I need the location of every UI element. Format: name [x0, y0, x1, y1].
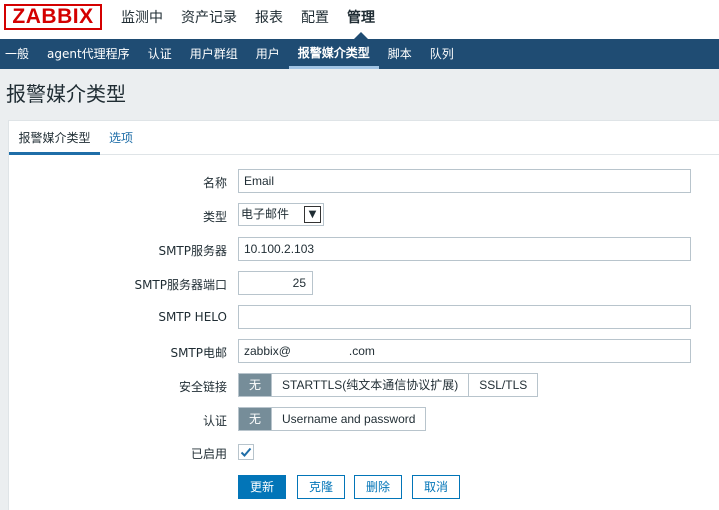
sub-nav-user-groups[interactable]: 用户群组	[181, 39, 247, 69]
smtp-helo-label: SMTP HELO	[158, 310, 227, 324]
auth-segmented: 无 Username and password	[238, 407, 427, 431]
smtp-email-input[interactable]: zabbix@ .com	[238, 339, 691, 363]
auth-option-username-password[interactable]: Username and password	[272, 408, 426, 430]
security-option-ssl-tls[interactable]: SSL/TLS	[469, 374, 538, 396]
smtp-email-prefix: zabbix@	[244, 344, 291, 358]
clone-button[interactable]: 克隆	[297, 475, 345, 499]
sub-nav: 一般 agent代理程序 认证 用户群组 用户 报警媒介类型 脚本 队列	[0, 39, 719, 69]
security-label: 安全链接	[178, 380, 227, 394]
page-title: 报警媒介类型	[6, 82, 126, 106]
main-menu-reports[interactable]: 报表	[246, 0, 292, 39]
sub-nav-users[interactable]: 用户	[247, 39, 289, 69]
main-menu-inventory[interactable]: 资产记录	[172, 0, 246, 39]
main-menu-configuration[interactable]: 配置	[292, 0, 338, 39]
security-option-starttls[interactable]: STARTTLS(纯文本通信协议扩展)	[272, 374, 470, 396]
smtp-helo-input[interactable]	[238, 305, 691, 329]
enabled-checkbox[interactable]	[238, 444, 254, 460]
main-menu: 监测中 资产记录 报表 配置 管理	[112, 0, 384, 39]
type-select-value: 电子邮件	[241, 207, 290, 221]
name-input[interactable]: Email	[238, 169, 691, 193]
smtp-email-suffix: .com	[348, 344, 375, 358]
sub-nav-authentication[interactable]: 认证	[139, 39, 181, 69]
tab-bar: 报警媒介类型 选项	[9, 121, 719, 155]
sub-nav-media-types[interactable]: 报警媒介类型	[288, 39, 379, 69]
smtp-server-label: SMTP服务器	[158, 244, 227, 258]
enabled-label: 已启用	[190, 447, 227, 461]
smtp-port-input[interactable]: 25	[238, 271, 313, 295]
security-segmented: 无 STARTTLS(纯文本通信协议扩展) SSL/TLS	[238, 373, 539, 397]
cancel-button[interactable]: 取消	[412, 475, 460, 499]
tab-options[interactable]: 选项	[109, 121, 133, 155]
smtp-server-input[interactable]: 10.100.2.103	[238, 237, 691, 261]
main-menu-monitoring[interactable]: 监测中	[112, 0, 172, 39]
sub-nav-queue[interactable]: 队列	[421, 39, 463, 69]
top-bar: ZABBIX 监测中 资产记录 报表 配置 管理	[0, 0, 719, 39]
security-option-none[interactable]: 无	[239, 374, 273, 396]
sub-nav-proxies[interactable]: agent代理程序	[38, 39, 139, 69]
smtp-port-label: SMTP服务器端口	[134, 278, 227, 292]
type-label: 类型	[202, 210, 227, 224]
chevron-down-icon: ▼	[304, 206, 321, 223]
sub-nav-scripts[interactable]: 脚本	[379, 39, 421, 69]
checkmark-icon	[240, 447, 252, 457]
form-container: 报警媒介类型 选项 名称 Email 类型 电子邮件 ▼ SMTP服务器 10.…	[8, 120, 719, 510]
main-menu-administration[interactable]: 管理	[338, 0, 384, 39]
sub-nav-general[interactable]: 一般	[0, 39, 38, 69]
smtp-email-label: SMTP电邮	[170, 346, 227, 360]
auth-label: 认证	[202, 414, 227, 428]
name-label: 名称	[202, 176, 227, 190]
zabbix-logo[interactable]: ZABBIX	[4, 4, 102, 30]
type-select[interactable]: 电子邮件 ▼	[238, 203, 324, 226]
delete-button[interactable]: 删除	[354, 475, 402, 499]
tab-media-type[interactable]: 报警媒介类型	[9, 121, 100, 155]
update-button[interactable]: 更新	[238, 475, 286, 499]
auth-option-none[interactable]: 无	[239, 408, 273, 430]
